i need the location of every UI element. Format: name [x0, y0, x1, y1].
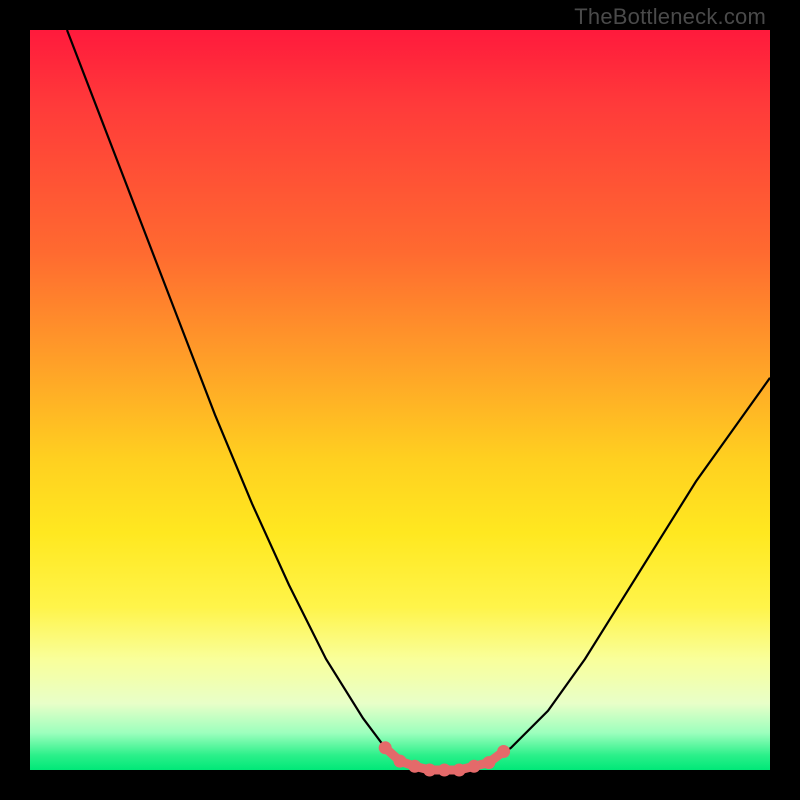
bottleneck-curve — [67, 30, 770, 770]
optimal-range-dot — [394, 755, 407, 768]
chart-frame: TheBottleneck.com — [0, 0, 800, 800]
optimal-range-dot — [497, 745, 510, 758]
curve-svg — [30, 30, 770, 770]
optimal-range-dot — [482, 756, 495, 769]
optimal-range-dot — [453, 764, 466, 777]
optimal-range-dot — [379, 741, 392, 754]
optimal-range-dot — [408, 760, 421, 773]
optimal-range-dot — [468, 760, 481, 773]
optimal-range-dot — [423, 764, 436, 777]
plot-area — [30, 30, 770, 770]
optimal-range-dot — [438, 764, 451, 777]
watermark-text: TheBottleneck.com — [574, 4, 766, 30]
optimal-range-markers — [379, 741, 510, 776]
